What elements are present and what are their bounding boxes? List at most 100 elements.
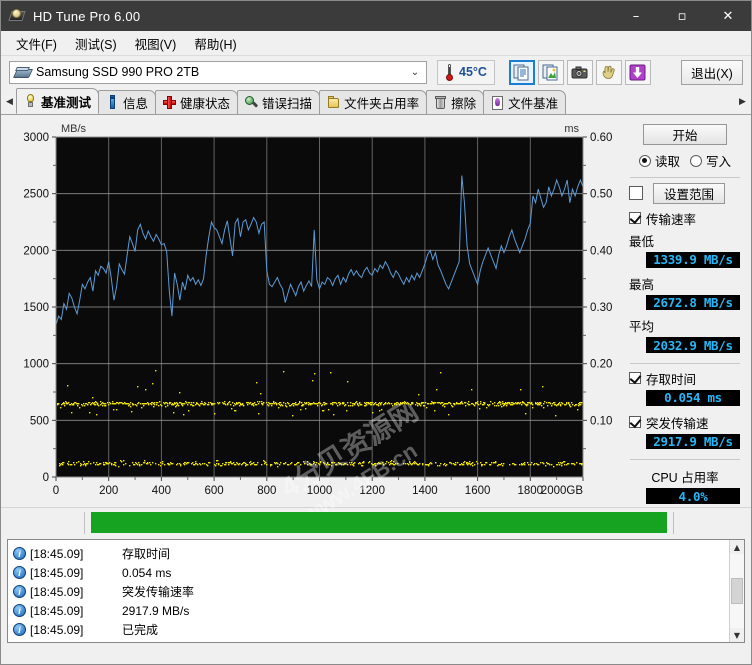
camera-icon <box>571 66 588 78</box>
hand-button[interactable] <box>595 59 622 85</box>
bulb-icon <box>24 94 37 108</box>
avg-label: 平均 <box>629 320 655 335</box>
scroll-down-button[interactable]: ▼ <box>730 628 744 642</box>
copy-document-button[interactable] <box>508 59 535 85</box>
info-icon <box>106 94 119 110</box>
log-row: i [18:45.09] 0.054 ms <box>13 563 729 582</box>
info-icon: i <box>13 566 26 579</box>
tabs-scroll-right-button[interactable]: ▶ <box>736 90 749 114</box>
radio-read-label: 读取 <box>654 155 680 169</box>
svg-text:ms: ms <box>564 123 579 135</box>
tab-file-benchmark[interactable]: 文件基准 <box>483 90 567 114</box>
results-panel: 开始 读取 写入 设置范围 传输速率 最低 1339.9 MB/s 最高 267… <box>625 119 745 507</box>
access-time-label: 存取时间 <box>646 372 697 387</box>
svg-text:1200: 1200 <box>359 485 385 497</box>
scrollbar-thumb[interactable] <box>731 578 743 604</box>
burst-rate-checkbox[interactable] <box>629 416 641 429</box>
access-time-checkbox[interactable] <box>629 372 641 385</box>
app-logo-icon <box>8 7 27 25</box>
hd-tune-window: HD Tune Pro 6.00 – ▫ ✕ 文件(F) 测试(S) 视图(V)… <box>0 0 752 665</box>
tab-folder-usage[interactable]: 文件夹占用率 <box>319 90 428 114</box>
divider-2 <box>630 363 740 364</box>
svg-text:1000: 1000 <box>23 359 49 371</box>
svg-text:500: 500 <box>30 415 49 427</box>
tab-health[interactable]: 健康状态 <box>155 90 239 114</box>
tab-benchmark[interactable]: 基准测试 <box>16 88 100 114</box>
trash-icon <box>434 95 447 110</box>
log-message: 2917.9 MB/s <box>122 603 190 618</box>
minimize-button[interactable]: – <box>613 1 659 31</box>
tab-erase-label: 擦除 <box>451 97 477 111</box>
download-button[interactable] <box>624 59 651 85</box>
device-select[interactable]: Samsung SSD 990 PRO 2TB ⌄ <box>9 60 427 84</box>
chevron-down-icon: ⌄ <box>410 66 420 78</box>
svg-text:1400: 1400 <box>412 485 438 497</box>
exit-button[interactable]: 退出(X) <box>681 59 743 85</box>
action-toolbar <box>508 59 651 85</box>
svg-text:3000: 3000 <box>23 132 49 144</box>
svg-text:0.60: 0.60 <box>590 132 612 144</box>
svg-text:1800: 1800 <box>518 485 544 497</box>
magnifier-icon <box>245 95 259 110</box>
menu-item-view[interactable]: 视图(V) <box>126 31 186 56</box>
burst-rate-row: 突发传输速 <box>629 413 741 432</box>
tabs-scroll-left-button[interactable]: ◀ <box>3 90 16 114</box>
log-message: 0.054 ms <box>122 565 172 580</box>
range-checkbox[interactable] <box>629 186 643 201</box>
svg-text:MB/s: MB/s <box>61 123 87 135</box>
svg-text:400: 400 <box>152 485 171 497</box>
log-list: i [18:45.09] 存取时间 i [18:45.09] 0.054 ms … <box>8 540 729 642</box>
cpu-usage-label: CPU 占用率 <box>651 471 719 486</box>
mode-radio-group: 读取 写入 <box>638 151 732 170</box>
close-button[interactable]: ✕ <box>705 1 751 31</box>
maximize-button[interactable]: ▫ <box>659 1 705 31</box>
tab-benchmark-label: 基准测试 <box>41 95 92 110</box>
temperature-indicator: 45°C <box>437 59 495 85</box>
svg-text:800: 800 <box>257 485 276 497</box>
document-icon <box>491 95 504 110</box>
benchmark-chart: 0 500 1000 1500 2000 2500 3000 0.10 0.20 0.30 0.40… <box>7 119 621 514</box>
log-panel: i [18:45.09] 存取时间 i [18:45.09] 0.054 ms … <box>7 539 745 643</box>
log-scrollbar[interactable]: ▲ ▼ <box>729 540 744 642</box>
radio-write[interactable] <box>690 154 702 167</box>
scroll-up-button[interactable]: ▲ <box>730 540 744 554</box>
svg-text:0.40: 0.40 <box>590 245 612 257</box>
log-message: 突发传输速率 <box>122 585 195 599</box>
log-row: i [18:45.09] 2917.9 MB/s <box>13 601 729 620</box>
chart-svg: 0500100015002000250030000.100.200.300.40… <box>7 119 621 504</box>
device-toolbar: Samsung SSD 990 PRO 2TB ⌄ 45°C 退出(X) <box>1 56 751 88</box>
transfer-rate-checkbox[interactable] <box>629 212 641 225</box>
copy-image-button[interactable] <box>537 59 564 85</box>
disk-icon <box>12 66 34 78</box>
benchmark-panel: 0 500 1000 1500 2000 2500 3000 0.10 0.20 0.30 0.40… <box>1 115 751 514</box>
start-button[interactable]: 开始 <box>643 124 727 145</box>
log-message: 存取时间 <box>122 547 171 561</box>
menu-item-help[interactable]: 帮助(H) <box>185 31 245 56</box>
menu-item-file[interactable]: 文件(F) <box>7 31 66 56</box>
menu-bar: 文件(F) 测试(S) 视图(V) 帮助(H) <box>1 31 751 56</box>
range-row: 设置范围 <box>629 182 741 204</box>
screenshot-button[interactable] <box>566 59 593 85</box>
cpu-usage-value: 4.0% <box>646 488 740 505</box>
tab-folder-usage-label: 文件夹占用率 <box>344 97 420 111</box>
log-time: [18:45.09] <box>30 603 84 618</box>
max-label: 最高 <box>629 277 655 292</box>
tab-error-scan[interactable]: 错误扫描 <box>237 90 321 114</box>
log-time: [18:45.09] <box>30 584 84 599</box>
set-range-button[interactable]: 设置范围 <box>653 182 725 204</box>
progress-left-spacer <box>7 511 85 534</box>
radio-read[interactable] <box>638 154 651 167</box>
tab-health-label: 健康状态 <box>180 97 231 111</box>
tab-erase[interactable]: 擦除 <box>426 90 485 114</box>
transfer-rate-row: 传输速率 <box>629 209 741 228</box>
menu-item-test[interactable]: 测试(S) <box>66 31 126 56</box>
tab-info[interactable]: 信息 <box>98 90 157 114</box>
tab-file-benchmark-label: 文件基准 <box>508 97 559 111</box>
radio-write-label: 写入 <box>706 155 732 169</box>
progress-area <box>1 507 751 537</box>
svg-text:0: 0 <box>43 472 49 484</box>
window-title: HD Tune Pro 6.00 <box>33 8 141 24</box>
hand-icon <box>603 65 616 79</box>
log-time: [18:45.09] <box>30 622 84 637</box>
tab-error-scan-label: 错误扫描 <box>262 97 313 111</box>
